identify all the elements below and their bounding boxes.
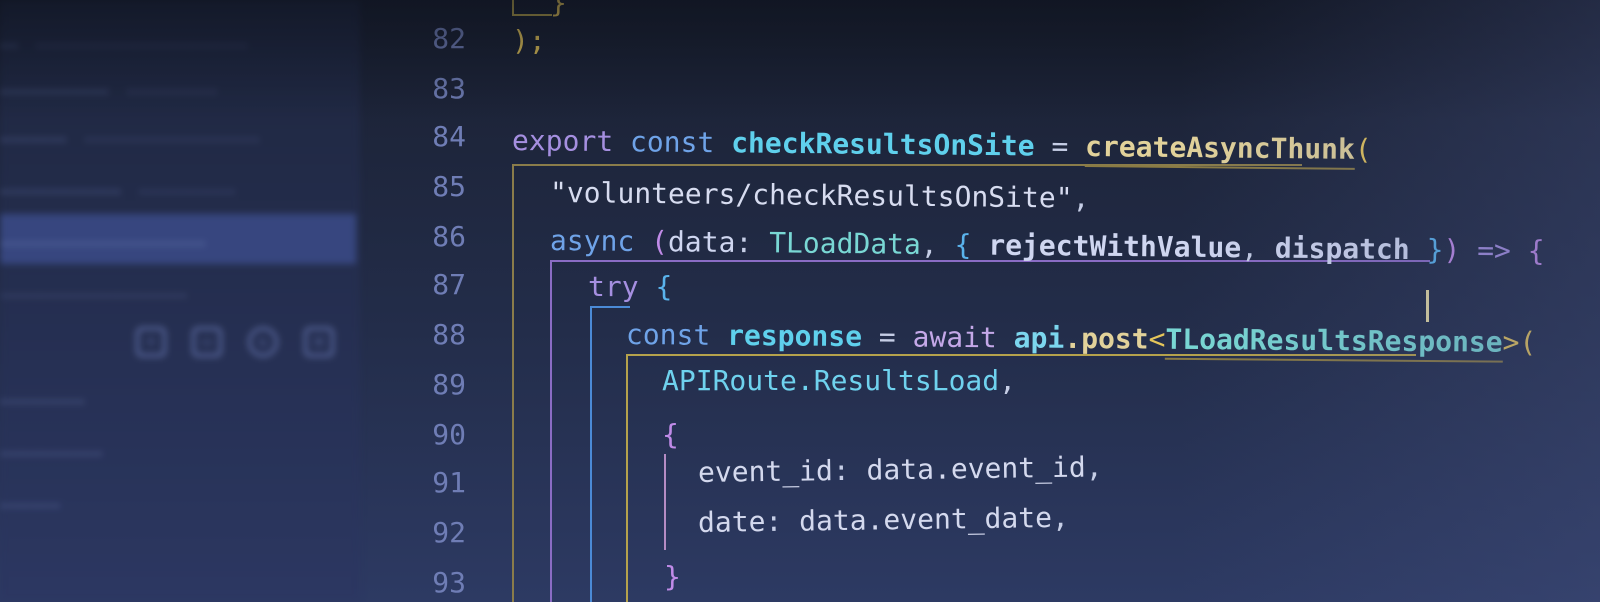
new-folder-icon[interactable]: ▭ [192,327,222,357]
closing-brace: } [550,0,567,19]
keyword-export: export [511,124,614,159]
arrow-operator: => [1477,233,1512,268]
open-brace: { [655,270,673,303]
explorer-item-label: ... [0,30,19,52]
collapse-all-icon[interactable]: ⊟ [304,327,334,357]
comma: , [1072,181,1090,215]
explorer-item-label: ............................... [0,280,188,302]
identifier-name: checkResultsOnSite [730,126,1035,163]
statement-end: ); [512,24,546,57]
type-name: TLoadResultsResponse [1165,322,1503,363]
code-line-82: ); [512,24,546,58]
param-name: data [667,225,736,259]
code-line-88: const response = await api.post<TLoadRes… [625,318,1537,363]
open-brace: { [954,228,972,262]
explorer-item[interactable]: ............................... [0,280,187,306]
param-name: rejectWithValue [988,228,1242,265]
explorer-item-selected[interactable]: .................................. [0,228,205,254]
colon: : [735,225,753,260]
keyword-async: async [549,224,635,258]
explorer-item-label: .................................. [0,228,206,250]
property-value: data.event_id [866,450,1086,487]
explorer-item-path: ............... [126,76,218,98]
property-value: data.event_date [798,501,1053,538]
object-key: event_id [697,454,834,489]
explorer-toolbar: + ▭ ↻ ⊟ [136,322,346,362]
colon: : [765,504,783,539]
file-explorer-sidebar[interactable]: ...................................... .… [0,0,360,602]
text-cursor [1426,290,1429,322]
close-brace: } [1426,233,1444,267]
operator-equals: = [878,320,896,354]
explorer-item-path: ............................. [84,124,260,146]
comma: , [1051,500,1070,535]
open-paren: ( [1519,325,1537,359]
code-editor[interactable]: 82 83 84 85 86 87 88 89 90 91 92 93 });… [360,0,1600,602]
outline-item-label: .............. [0,386,85,408]
generic-open: < [1148,322,1166,356]
code-line-91: event_id: data.event_id, [698,450,1103,490]
refresh-icon[interactable]: ↻ [248,327,278,357]
open-paren: ( [650,225,669,259]
outline-item[interactable]: .......... [0,490,60,516]
property-name: .ResultsLoad [796,364,1000,397]
identifier-name: response [727,318,863,354]
close-brace: } [664,560,681,593]
code-line-93: } [664,560,681,594]
method-name: .post [1064,321,1149,356]
operator-equals: = [1051,129,1069,163]
outline-item[interactable]: ................. [0,438,103,464]
code-line-89: APIRoute.ResultsLoad, [662,364,1016,398]
new-file-icon[interactable]: + [136,327,166,357]
code-line-85: "volunteers/checkResultsOnSite", [550,176,1090,216]
colon: : [832,453,850,488]
explorer-item[interactable]: ................................. [0,76,217,102]
generic-close: > [1502,325,1520,359]
code-line-90: { [662,418,679,452]
open-brace: { [1527,234,1545,268]
code-line-92: date: data.event_date, [698,501,1069,540]
explorer-item[interactable]: .................................... [0,176,235,202]
keyword-const: const [629,125,715,160]
code-line-86: async (data: TLoadData, { rejectWithValu… [550,224,1545,268]
close-paren: ) [1443,233,1461,267]
outline-item-label: ................. [0,438,103,460]
code-line-81: } [550,0,567,20]
keyword-await: await [912,320,998,355]
function-call: createAsyncThunk [1084,130,1356,170]
param-name: dispatch [1274,231,1410,267]
code-area[interactable]: } ); export const checkResultsOnSite = c… [360,0,1600,602]
explorer-item-label: .................... [0,176,121,198]
comma: , [1085,450,1103,484]
type-name: TLoadData [768,226,922,261]
outline-item-label: .......... [0,490,61,512]
outline-item[interactable]: .............. [0,386,85,412]
explorer-item-path: ................................... [36,30,248,52]
explorer-item-path: ................ [138,176,236,198]
comma: , [1240,231,1259,265]
open-brace: { [662,418,679,451]
explorer-item-label: ........... [0,124,67,146]
object-name: api [1013,321,1065,355]
explorer-item-label: .................. [0,76,109,98]
keyword-const: const [625,318,711,352]
keyword-try: try [588,270,639,303]
open-paren: ( [1354,132,1372,167]
code-editor-screen: ...................................... .… [0,0,1600,602]
comma: , [999,364,1017,397]
explorer-item[interactable]: ........................................ [0,124,260,150]
string-literal: "volunteers/checkResultsOnSite" [549,176,1073,215]
object-key: date [697,505,766,539]
code-line-84: export const checkResultsOnSite = create… [511,124,1372,170]
object-name: APIRoute [662,364,797,397]
comma: , [920,227,938,262]
code-line-87: try { [588,270,672,304]
explorer-item[interactable]: ...................................... [0,30,248,56]
